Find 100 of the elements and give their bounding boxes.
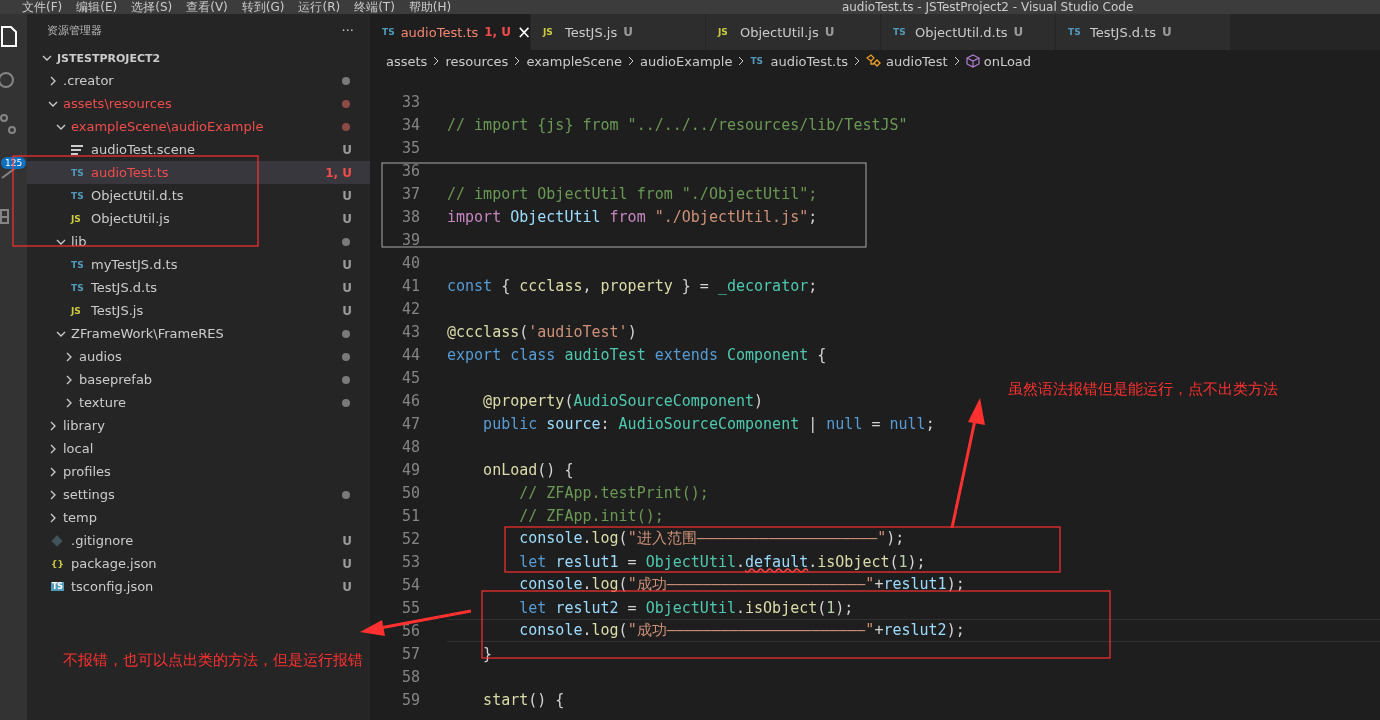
breadcrumb[interactable]: exampleScene bbox=[526, 53, 622, 69]
folder-row[interactable]: assets\resources bbox=[27, 92, 370, 115]
braces-icon: {} bbox=[51, 558, 67, 569]
folder-row[interactable]: exampleScene\audioExample bbox=[27, 115, 370, 138]
folder-row[interactable]: ZFrameWork\FrameRES bbox=[27, 322, 370, 345]
editor-tab[interactable]: TS audioTest.ts 1, U × bbox=[370, 14, 531, 50]
file-name: TestJS.js bbox=[91, 303, 145, 318]
menu-item[interactable]: 查看(V) bbox=[186, 0, 228, 14]
breadcrumb[interactable]: resources bbox=[445, 53, 509, 69]
folder-name: texture bbox=[79, 395, 127, 410]
editor-tab[interactable]: TS TestJS.d.ts U bbox=[1056, 14, 1231, 50]
code-line: onLoad() { bbox=[482, 460, 574, 479]
file-row[interactable]: .gitignore U bbox=[27, 529, 370, 552]
file-row[interactable]: audioTest.scene U bbox=[27, 138, 370, 161]
line-number: 54 bbox=[400, 575, 420, 594]
menu-item[interactable]: 编辑(E) bbox=[76, 0, 118, 14]
code-line: start() { bbox=[482, 690, 565, 709]
cube-icon bbox=[965, 54, 980, 68]
file-name: ObjectUtil.js bbox=[91, 211, 171, 226]
folder-row[interactable]: .creator bbox=[27, 69, 370, 92]
folder-row[interactable]: temp bbox=[27, 506, 370, 529]
code-line: @property(AudioSourceComponent) bbox=[482, 391, 764, 410]
git-status: U bbox=[342, 280, 352, 295]
file-row[interactable]: {} package.json U bbox=[27, 552, 370, 575]
menu-item[interactable]: 选择(S) bbox=[131, 0, 173, 14]
file-row[interactable]: JS TestJS.js U bbox=[27, 299, 370, 322]
folder-name: ZFrameWork\FrameRES bbox=[71, 326, 225, 341]
tab-label: TestJS.js bbox=[565, 24, 618, 40]
tab-label: TestJS.d.ts bbox=[1090, 24, 1157, 40]
menu-item[interactable]: 运行(R) bbox=[298, 0, 341, 14]
file-type-icon: TS bbox=[71, 282, 87, 293]
code-line: export class audioTest extends Component { bbox=[447, 345, 827, 364]
file-row[interactable]: TS audioTest.ts 1, U bbox=[27, 161, 370, 184]
file-name: audioTest.scene bbox=[91, 142, 196, 157]
file-type-icon: TS bbox=[750, 56, 767, 66]
more-button[interactable]: ··· bbox=[341, 23, 354, 38]
line-number: 41 bbox=[400, 276, 420, 295]
line-number: 56 bbox=[400, 621, 420, 640]
git-status: U bbox=[342, 556, 352, 571]
folder-row[interactable]: settings bbox=[27, 483, 370, 506]
file-row[interactable]: JS ObjectUtil.js U bbox=[27, 207, 370, 230]
file-row[interactable]: TS tsconfig.json U bbox=[27, 575, 370, 598]
file-row[interactable]: TS TestJS.d.ts U bbox=[27, 276, 370, 299]
class-icon bbox=[866, 54, 883, 68]
code-line: import ObjectUtil from "./ObjectUtil.js"; bbox=[447, 207, 818, 226]
file-type-icon: JS bbox=[71, 213, 87, 224]
line-number: 46 bbox=[400, 391, 420, 410]
menu-item[interactable]: 转到(G) bbox=[241, 0, 285, 14]
git-status: U bbox=[623, 25, 633, 39]
git-status: U bbox=[342, 533, 352, 548]
folder-row[interactable]: local bbox=[27, 437, 370, 460]
breadcrumb[interactable]: audioExample bbox=[640, 53, 733, 69]
line-number: 52 bbox=[400, 529, 420, 548]
chevron-right-icon bbox=[626, 56, 636, 66]
tab-label: ObjectUtil.js bbox=[740, 24, 819, 40]
project-header[interactable]: JSTESTPROJECT2 bbox=[27, 47, 370, 69]
folder-row[interactable]: texture bbox=[27, 391, 370, 414]
editor-tab[interactable]: JS TestJS.js U bbox=[531, 14, 706, 50]
branch-icon[interactable] bbox=[0, 114, 16, 136]
close-button[interactable]: × bbox=[517, 22, 532, 42]
line-number: 44 bbox=[400, 345, 420, 364]
folder-name: .creator bbox=[63, 73, 115, 88]
line-number: 43 bbox=[400, 322, 420, 341]
code-line: let reslut2 = ObjectUtil.isObject(1); bbox=[518, 598, 854, 617]
line-number: 48 bbox=[400, 437, 420, 456]
editor-tab[interactable]: JS ObjectUtil.js U bbox=[706, 14, 881, 50]
menu-item[interactable]: 终端(T) bbox=[354, 0, 395, 14]
breadcrumb[interactable]: onLoad bbox=[983, 53, 1032, 69]
line-number: 42 bbox=[400, 299, 420, 318]
line-number: 53 bbox=[400, 552, 420, 571]
git-status: U bbox=[342, 303, 352, 318]
line-number: 50 bbox=[400, 483, 420, 502]
code-line: // ZFApp.testPrint(); bbox=[518, 483, 709, 502]
folder-row[interactable]: library bbox=[27, 414, 370, 437]
line-number: 35 bbox=[400, 138, 420, 157]
folder-name: assets\resources bbox=[63, 96, 173, 111]
file-name: .gitignore bbox=[71, 533, 135, 548]
menu-item[interactable]: 帮助(H) bbox=[408, 0, 452, 14]
files-icon[interactable] bbox=[0, 26, 18, 48]
file-row[interactable]: TS ObjectUtil.d.ts U bbox=[27, 184, 370, 207]
diamond-icon bbox=[51, 534, 63, 547]
folder-row[interactable]: audios bbox=[27, 345, 370, 368]
breadcrumb[interactable]: assets bbox=[386, 53, 428, 69]
line-number: 49 bbox=[400, 460, 420, 479]
git-status: U bbox=[342, 257, 352, 272]
file-row[interactable]: TS myTestJS.d.ts U bbox=[27, 253, 370, 276]
code-line: // ZFApp.init(); bbox=[518, 506, 664, 525]
breadcrumb[interactable]: audioTest bbox=[886, 53, 948, 69]
folder-name: library bbox=[63, 418, 106, 433]
folder-row[interactable]: baseprefab bbox=[27, 368, 370, 391]
menu-item[interactable]: 文件(F) bbox=[22, 0, 63, 14]
code-line: // import ObjectUtil from "./ObjectUtil"; bbox=[447, 184, 818, 203]
git-status: U bbox=[342, 142, 352, 157]
editor-tab[interactable]: TS ObjectUtil.d.ts U bbox=[881, 14, 1056, 50]
folder-name: baseprefab bbox=[79, 372, 154, 387]
code-line: console.log("成功——————————————————————"+reslut1); bbox=[518, 575, 965, 594]
breadcrumb[interactable]: audioTest.ts bbox=[770, 53, 849, 69]
annotation-note: 不报错，也可以点出类的方法，但是运行报错 bbox=[63, 651, 363, 670]
line-number: 58 bbox=[400, 667, 420, 686]
folder-row[interactable]: profiles bbox=[27, 460, 370, 483]
